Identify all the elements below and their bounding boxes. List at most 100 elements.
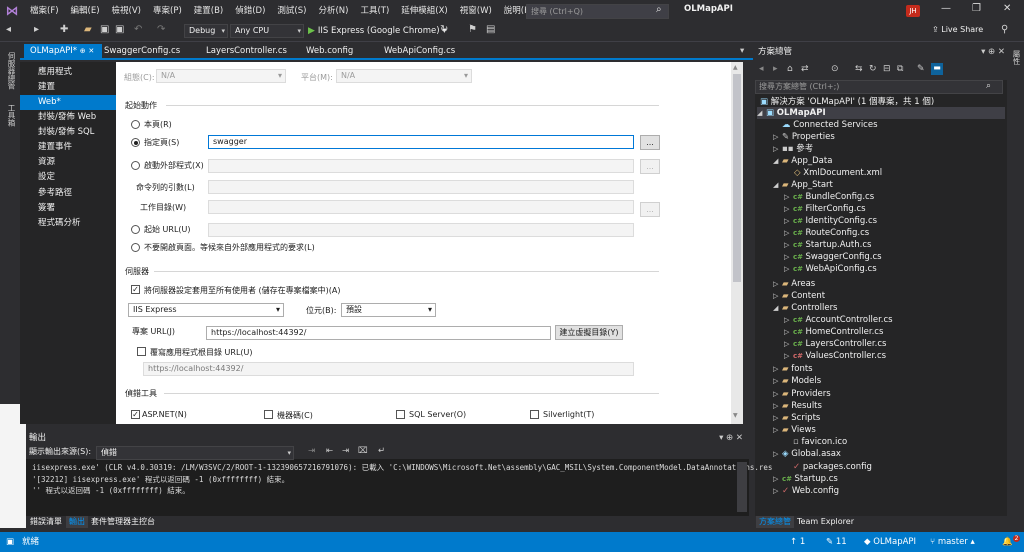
- refresh-icon[interactable]: ↻: [440, 24, 448, 35]
- tree-node[interactable]: ▷ c# Startup.Auth.cs: [784, 239, 871, 251]
- navigate-back-icon[interactable]: ◂: [6, 24, 11, 35]
- maximize-icon[interactable]: ❐: [972, 3, 981, 14]
- prop-page-application[interactable]: 應用程式: [20, 65, 116, 80]
- browse-specific-page-button[interactable]: ...: [640, 135, 660, 150]
- redo-icon[interactable]: ↷: [157, 24, 165, 35]
- notifications[interactable]: 🔔 2: [1002, 532, 1021, 552]
- navigate-forward-icon[interactable]: ▸: [34, 24, 39, 35]
- tree-node[interactable]: ▷ ▰ fonts: [773, 363, 813, 375]
- bitness-select[interactable]: 預設 ▾: [341, 303, 436, 317]
- tab-overflow-icon[interactable]: ▾: [740, 44, 744, 58]
- server-explorer-tab[interactable]: 伺服器總管: [6, 52, 17, 90]
- work-dir-input[interactable]: [208, 200, 634, 214]
- refresh-icon[interactable]: ↻: [869, 64, 877, 74]
- sql-debugger-checkbox[interactable]: [396, 410, 405, 419]
- tree-node[interactable]: ▷ c# LayersController.cs: [784, 338, 886, 350]
- specific-page-input[interactable]: swagger: [208, 135, 634, 149]
- prop-page-code-analysis[interactable]: 程式碼分析: [20, 216, 116, 231]
- tree-node[interactable]: ▷ ▪▪ 參考: [773, 143, 813, 155]
- repository[interactable]: ◆ OLMapAPI: [864, 532, 916, 552]
- tree-node[interactable]: ▷ ✓ Web.config: [773, 485, 839, 497]
- feedback-icon[interactable]: ⚲: [1001, 24, 1008, 35]
- prop-page-build[interactable]: 建置: [20, 80, 116, 95]
- pin-icon[interactable]: ⊕: [80, 47, 86, 55]
- tree-node[interactable]: ◢ ▰ Controllers: [773, 302, 838, 314]
- platform-select[interactable]: N/A ▾: [336, 69, 472, 83]
- start-url-input[interactable]: [208, 223, 634, 237]
- clear-all-icon[interactable]: ⌧: [358, 446, 368, 456]
- prop-page-package-web[interactable]: 封裝/發佈 Web: [20, 110, 116, 125]
- tree-node-project[interactable]: ◢ ▣ OLMapAPI: [757, 107, 1005, 119]
- tree-node[interactable]: ▷ c# IdentityConfig.cs: [784, 215, 877, 227]
- show-all-files-icon[interactable]: ⧉: [897, 64, 903, 74]
- pending-changes[interactable]: ✎ 11: [826, 532, 847, 552]
- external-program-input[interactable]: [208, 159, 634, 173]
- silverlight-debugger-checkbox[interactable]: [530, 410, 539, 419]
- properties-wrench-icon[interactable]: ✎: [917, 64, 925, 74]
- tree-node[interactable]: ✓ packages.config: [784, 461, 872, 473]
- tree-node[interactable]: ◢ ▰ App_Start: [773, 179, 833, 191]
- toolbar-action-icon[interactable]: ⚑: [468, 24, 477, 35]
- tab-webconfig[interactable]: Web.config: [306, 44, 353, 58]
- project-url-input[interactable]: https://localhost:44392/: [206, 326, 551, 340]
- tree-node[interactable]: ▷ ✎ Properties: [773, 131, 835, 143]
- browse-external-button[interactable]: ...: [640, 159, 660, 174]
- menu-file[interactable]: 檔案(F): [24, 0, 65, 22]
- menu-test[interactable]: 測試(S): [271, 0, 312, 22]
- configuration-dropdown[interactable]: Debug ▾: [184, 24, 228, 38]
- tree-node[interactable]: ▫ favicon.ico: [784, 436, 847, 448]
- override-root-url-checkbox[interactable]: [137, 347, 146, 356]
- scroll-down-icon[interactable]: ▼: [733, 412, 738, 419]
- save-icon[interactable]: ▣: [100, 24, 109, 35]
- cmd-args-input[interactable]: [208, 180, 634, 194]
- tree-node[interactable]: ▷ ▰ Scripts: [773, 412, 820, 424]
- prop-page-signing[interactable]: 簽署: [20, 201, 116, 216]
- sync-icon[interactable]: ⇆: [855, 64, 863, 74]
- preview-selected-icon[interactable]: ▬: [931, 63, 943, 75]
- native-debugger-checkbox[interactable]: [264, 410, 273, 419]
- prop-page-reference-paths[interactable]: 參考路徑: [20, 186, 116, 201]
- tree-node[interactable]: ▷ c# SwaggerConfig.cs: [784, 251, 882, 263]
- tree-node[interactable]: ◇ XmlDocument.xml: [794, 167, 882, 179]
- tree-node[interactable]: ▷ c# ValuesController.cs: [784, 350, 886, 362]
- menu-window[interactable]: 視窗(W): [454, 0, 498, 22]
- tree-node[interactable]: ▷ ▰ Models: [773, 375, 821, 387]
- undo-icon[interactable]: ↶: [134, 24, 142, 35]
- home-icon[interactable]: ⌂: [787, 64, 793, 74]
- current-page-radio[interactable]: [131, 120, 140, 129]
- tab-solution-explorer[interactable]: 方案總管: [756, 516, 794, 528]
- tree-node[interactable]: ▷ c# FilterConfig.cs: [784, 203, 866, 215]
- live-share-button[interactable]: ⇪ Live Share: [932, 25, 983, 34]
- unpushed-commits[interactable]: ↑ 1: [790, 532, 805, 552]
- panel-options-icon[interactable]: ▾ ⊕ ✕: [719, 432, 743, 445]
- solution-explorer-search[interactable]: 搜尋方案總管 (Ctrl+;): [755, 80, 1003, 94]
- apply-all-users-checkbox[interactable]: ✓: [131, 285, 140, 294]
- menu-build[interactable]: 建置(B): [188, 0, 229, 22]
- collapse-all-icon[interactable]: ⊟: [883, 64, 891, 74]
- properties-side-tab[interactable]: 屬性: [1011, 50, 1022, 65]
- tree-node[interactable]: ▷ c# HomeController.cs: [784, 326, 883, 338]
- tab-error-list[interactable]: 錯誤清單: [30, 516, 62, 528]
- prop-page-settings[interactable]: 設定: [20, 170, 116, 185]
- previous-message-icon[interactable]: ⇤: [326, 446, 333, 456]
- prop-page-package-sql[interactable]: 封裝/發佈 SQL: [20, 125, 116, 140]
- tab-layerscontroller[interactable]: LayersController.cs: [206, 44, 287, 58]
- create-virtual-directory-button[interactable]: 建立虛擬目錄(Y): [555, 325, 623, 340]
- run-button[interactable]: ▶ IIS Express (Google Chrome) ▾: [308, 24, 447, 38]
- word-wrap-icon[interactable]: ↵: [378, 446, 385, 456]
- search-icon[interactable]: ⌕: [656, 4, 662, 15]
- back-icon[interactable]: ◂: [759, 64, 764, 74]
- branch[interactable]: ⑂ master ▴: [930, 532, 975, 552]
- new-project-icon[interactable]: ✚: [60, 24, 68, 35]
- toolbox-tab[interactable]: 工具箱: [6, 104, 17, 127]
- tree-node[interactable]: ▷ ▰ Areas: [773, 278, 815, 290]
- prop-page-build-events[interactable]: 建置事件: [20, 140, 116, 155]
- menu-extensions[interactable]: 延伸模組(X): [395, 0, 453, 22]
- dont-open-page-radio[interactable]: [131, 243, 140, 252]
- tab-team-explorer[interactable]: Team Explorer: [797, 516, 854, 528]
- search-icon[interactable]: ⌕: [986, 81, 991, 91]
- close-icon[interactable]: ✕: [88, 47, 94, 55]
- pending-changes-icon[interactable]: ⊙: [831, 64, 839, 74]
- tab-webapiconfig[interactable]: WebApiConfig.cs: [384, 44, 455, 58]
- tree-node[interactable]: ▷ c# Startup.cs: [773, 473, 838, 485]
